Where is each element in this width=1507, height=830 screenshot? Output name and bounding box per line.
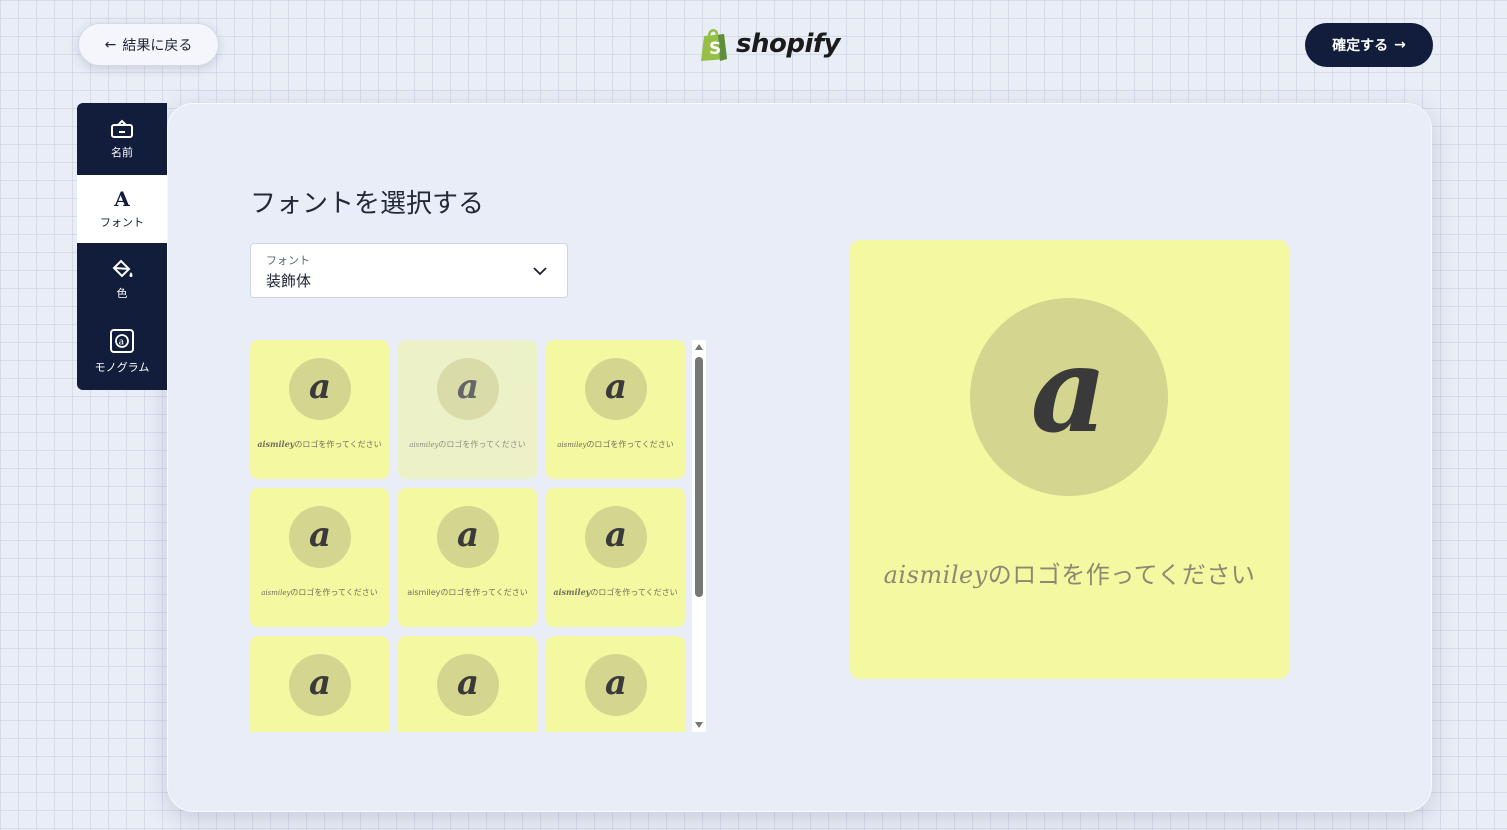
font-sample-brand: aismiley (407, 588, 441, 597)
font-option-tile[interactable]: a (250, 636, 389, 732)
font-sample-text: aismileyのロゴを作ってください (250, 587, 389, 598)
monogram-letter: a (456, 515, 480, 555)
monogram-letter: a (308, 663, 332, 703)
font-sample-brand: aismiley (553, 587, 591, 597)
monogram-circle: a (437, 654, 499, 716)
font-select-value: 装飾体 (266, 272, 312, 290)
preview-caption: aismileyのロゴを作ってください (850, 555, 1289, 590)
font-option-tile[interactable]: a aismileyのロゴを作ってください (546, 488, 685, 627)
monogram-circle: a (289, 506, 351, 568)
sidebar-item-label: 名前 (111, 145, 133, 159)
paint-bucket-icon (112, 259, 133, 277)
font-option-tile[interactable]: a aismileyのロゴを作ってください (250, 488, 389, 627)
page-title: フォントを選択する (250, 189, 485, 219)
sidebar-item-font[interactable]: A フォント (77, 175, 167, 243)
monogram-circle: a (585, 358, 647, 420)
shopify-logo: S shopify (698, 24, 841, 64)
monogram-circle: a (585, 654, 647, 716)
font-option-tile[interactable]: a (398, 636, 537, 732)
font-option-tile[interactable]: a aismileyのロゴを作ってください (250, 340, 389, 479)
font-icon: A (114, 186, 130, 211)
logo-preview: a aismileyのロゴを作ってください (850, 240, 1289, 679)
monogram-letter: a (308, 367, 332, 407)
chevron-down-icon (533, 267, 547, 276)
back-button-label: 結果に戻る (122, 37, 193, 54)
sidebar-item-label: フォント (100, 215, 144, 229)
name-tag-icon (111, 119, 133, 138)
monogram-circle: a (289, 654, 351, 716)
font-sample-text: aismileyのロゴを作ってください (398, 587, 537, 598)
font-option-tile[interactable]: a aismileyのロゴを作ってください (398, 488, 537, 627)
font-sample-caption: のロゴを作ってください (294, 440, 382, 449)
font-option-tile[interactable]: a (546, 636, 685, 732)
sidebar-item-label: 色 (116, 286, 128, 300)
monogram-circle: a (437, 358, 499, 420)
font-sample-text: aismileyのロゴを作ってください (250, 439, 389, 450)
arrow-right-icon: → (1394, 37, 1406, 53)
monogram-letter: a (308, 515, 332, 555)
font-sample-caption: のロゴを作ってください (586, 440, 674, 449)
font-sample-brand: aismiley (557, 441, 587, 449)
monogram-circle: a (437, 506, 499, 568)
scroll-up-icon[interactable] (694, 342, 704, 352)
font-grid-scrollbar[interactable] (692, 340, 706, 732)
confirm-button[interactable]: 確定する → (1305, 23, 1433, 67)
brand-wordmark: shopify (736, 29, 841, 59)
sidebar-nav: 名前 A フォント 色 a モノグラム (77, 103, 167, 390)
svg-text:a: a (119, 337, 125, 347)
svg-text:S: S (709, 39, 721, 59)
monogram-icon: a (110, 328, 134, 353)
confirm-button-label: 確定する (1332, 38, 1389, 54)
font-sample-caption: のロゴを作ってください (440, 588, 528, 597)
font-sample-text: aismileyのロゴを作ってください (398, 439, 537, 450)
font-sample-caption: のロゴを作ってください (590, 588, 678, 597)
preview-caption-text: のロゴを作ってください (987, 561, 1256, 589)
font-sample-caption: のロゴを作ってください (290, 588, 378, 597)
font-sample-brand: aismiley (261, 589, 291, 597)
preview-brand: aismiley (883, 561, 988, 589)
back-to-results-button[interactable]: ← 結果に戻る (78, 23, 219, 66)
font-option-grid: a aismileyのロゴを作ってください a aismileyのロゴを作ってく… (250, 340, 690, 732)
font-category-select[interactable]: フォント 装飾体 (250, 243, 568, 298)
sidebar-item-monogram[interactable]: a モノグラム (77, 315, 167, 387)
monogram-letter: a (456, 367, 480, 407)
font-sample-brand: aismiley (257, 439, 295, 449)
font-sample-text: aismileyのロゴを作ってください (546, 439, 685, 450)
preview-monogram-circle: a (970, 298, 1168, 496)
font-sample-caption: のロゴを作ってください (438, 440, 526, 449)
shopify-bag-icon: S (701, 29, 727, 61)
monogram-letter: a (456, 663, 480, 703)
sidebar-item-color[interactable]: 色 (77, 243, 167, 315)
scrollbar-thumb[interactable] (695, 357, 703, 597)
monogram-circle: a (585, 506, 647, 568)
monogram-letter: a (604, 515, 628, 555)
preview-monogram-letter: a (1030, 320, 1108, 459)
font-select-label: フォント (266, 254, 310, 267)
monogram-letter: a (604, 367, 628, 407)
arrow-left-icon: ← (104, 36, 117, 53)
scroll-down-icon[interactable] (694, 720, 704, 730)
monogram-circle: a (289, 358, 351, 420)
sidebar-item-label: モノグラム (94, 360, 150, 374)
font-option-tile[interactable]: a aismileyのロゴを作ってください (546, 340, 685, 479)
font-sample-brand: aismiley (409, 441, 439, 449)
monogram-letter: a (604, 663, 628, 703)
font-sample-text: aismileyのロゴを作ってください (546, 587, 685, 598)
sidebar-item-name[interactable]: 名前 (77, 103, 167, 175)
font-option-tile[interactable]: a aismileyのロゴを作ってください (398, 340, 537, 479)
